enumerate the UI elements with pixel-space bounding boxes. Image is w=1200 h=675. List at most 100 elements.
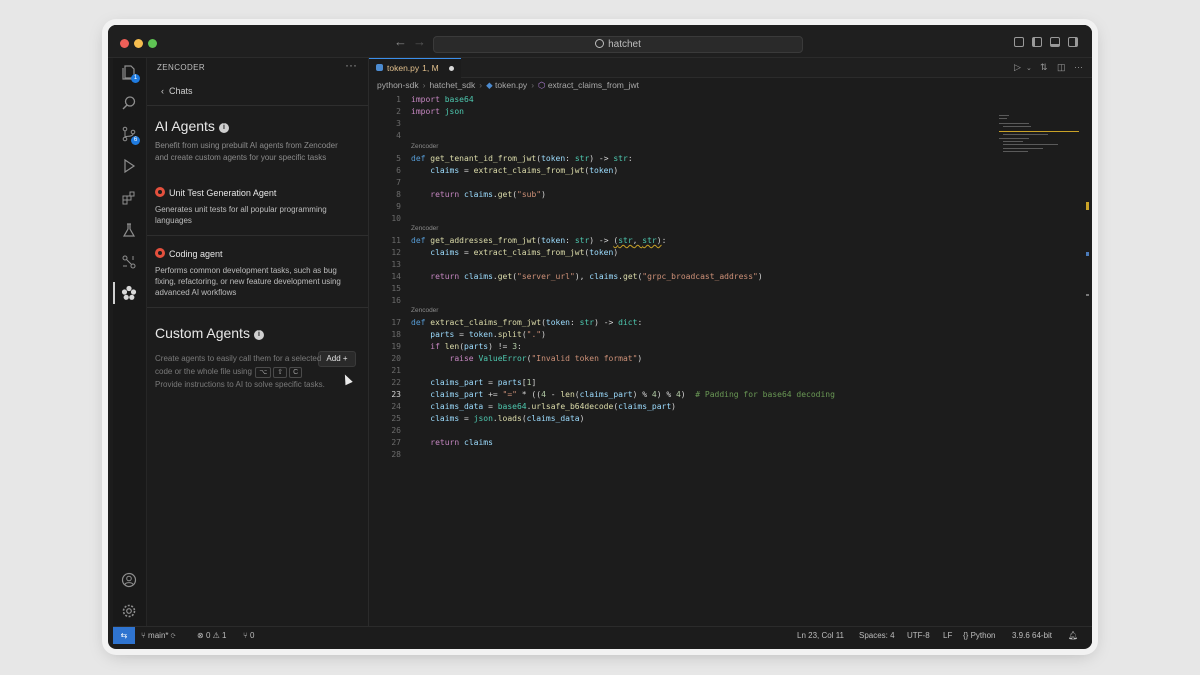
layout-customize-icon[interactable] bbox=[1014, 37, 1024, 47]
c-key: C bbox=[289, 367, 303, 378]
minimize-window-button[interactable] bbox=[134, 39, 143, 48]
settings-icon[interactable] bbox=[121, 603, 137, 619]
maximize-window-button[interactable] bbox=[148, 39, 157, 48]
zencoder-panel: ZENCODER ··· ‹ Chats AI Agents i Benefit … bbox=[147, 58, 369, 626]
line-number: 7 bbox=[396, 178, 401, 187]
branch-icon: ⑂ bbox=[141, 631, 146, 640]
chevron-down-icon[interactable]: ⌄ bbox=[1026, 64, 1032, 72]
line-content: return claims.get("server_url"), claims.… bbox=[430, 272, 763, 281]
back-label: Chats bbox=[169, 86, 193, 96]
custom-agents-line-1: Create agents to easily call them for a … bbox=[155, 354, 322, 363]
extensions-icon[interactable] bbox=[121, 190, 137, 206]
info-icon[interactable]: i bbox=[218, 123, 229, 133]
branch-indicator[interactable]: ⑂ main* ⟳ bbox=[141, 631, 176, 640]
more-actions-icon[interactable]: ··· bbox=[345, 58, 357, 72]
vscode-window: ← → hatchet 1 6 ZENCODER ··· ‹ Chats AI … bbox=[108, 25, 1092, 649]
encoding[interactable]: UTF-8 bbox=[907, 631, 930, 640]
toggle-secondary-sidebar-icon[interactable] bbox=[1068, 37, 1078, 47]
breadcrumb-item[interactable]: extract_claims_from_jwt bbox=[548, 80, 639, 90]
tab-bar: token.py 1, M ▷ ⌄ ⇅ ◫ ··· bbox=[369, 58, 1092, 78]
zencoder-code-lens[interactable]: Zencoder bbox=[411, 143, 438, 150]
python-interpreter[interactable]: 3.9.6 64-bit bbox=[1012, 631, 1052, 640]
agent-item-coding[interactable]: Coding agent bbox=[155, 248, 223, 259]
command-center-search[interactable]: hatchet bbox=[433, 36, 803, 53]
agent-name: Coding agent bbox=[169, 249, 223, 259]
language-mode[interactable]: {} Python bbox=[963, 631, 995, 640]
language-label: Python bbox=[970, 631, 996, 640]
python-file-icon: ◆ bbox=[486, 80, 493, 90]
custom-agents-heading: Custom Agents i bbox=[155, 325, 264, 341]
minimap[interactable] bbox=[999, 115, 1079, 155]
back-to-chats-link[interactable]: ‹ Chats bbox=[161, 86, 193, 96]
forward-arrow-icon[interactable]: → bbox=[413, 34, 426, 49]
back-arrow-icon[interactable]: ← bbox=[394, 34, 407, 49]
more-actions-icon[interactable]: ··· bbox=[1074, 62, 1083, 72]
end-of-line[interactable]: LF bbox=[943, 631, 952, 640]
source-control-badge: 6 bbox=[131, 136, 140, 145]
line-number: 24 bbox=[391, 402, 401, 411]
problems-indicator[interactable]: ⊗ 0 ⚠ 1 bbox=[197, 631, 226, 640]
line-number: 14 bbox=[391, 272, 401, 281]
zencoder-agent-icon bbox=[155, 248, 165, 258]
divider bbox=[147, 105, 368, 106]
divider bbox=[147, 307, 368, 308]
line-number: 19 bbox=[391, 342, 401, 351]
status-bar: ⇆ ⑂ main* ⟳ ⊗ 0 ⚠ 1 ⑂ 0 Ln 23, Col 11 Sp… bbox=[113, 626, 1092, 644]
breadcrumb-item[interactable]: token.py bbox=[495, 80, 527, 90]
explorer-badge: 1 bbox=[131, 74, 140, 83]
ports-indicator[interactable]: ⑂ 0 bbox=[243, 631, 255, 640]
zencoder-icon[interactable] bbox=[121, 285, 137, 301]
line-number: 20 bbox=[391, 354, 401, 363]
braces-icon: {} bbox=[963, 631, 969, 640]
account-icon[interactable] bbox=[121, 572, 137, 588]
agent-description: Performs common development tasks, such … bbox=[155, 266, 341, 297]
toggle-panel-icon[interactable] bbox=[1050, 37, 1060, 47]
notifications-bell-icon[interactable]: 🔔︎ bbox=[1068, 631, 1078, 640]
graph-icon[interactable] bbox=[121, 254, 137, 270]
warning-scroll-marker bbox=[1086, 202, 1089, 210]
search-icon[interactable] bbox=[121, 95, 137, 111]
close-window-button[interactable] bbox=[120, 39, 129, 48]
line-number: 28 bbox=[391, 450, 401, 459]
unsaved-dot-icon[interactable] bbox=[449, 66, 454, 71]
indentation[interactable]: Spaces: 4 bbox=[859, 631, 895, 640]
line-number: 15 bbox=[391, 284, 401, 293]
tab-label: token.py 1, M bbox=[387, 63, 439, 73]
active-indicator bbox=[113, 282, 115, 304]
compare-changes-icon[interactable]: ⇅ bbox=[1040, 62, 1048, 73]
sync-icon[interactable]: ⟳ bbox=[171, 631, 176, 640]
line-content: claims_part = parts[1] bbox=[430, 378, 537, 387]
branch-name: main* bbox=[148, 631, 169, 640]
line-number: 2 bbox=[396, 107, 401, 116]
zencoder-code-lens[interactable]: Zencoder bbox=[411, 307, 438, 314]
custom-agents-line-3: Provide instructions to AI to solve spec… bbox=[155, 380, 325, 389]
info-icon[interactable]: i bbox=[253, 330, 264, 340]
run-debug-icon[interactable] bbox=[121, 158, 137, 174]
remote-indicator-icon[interactable]: ⇆ bbox=[113, 627, 135, 644]
breadcrumb-item[interactable]: python-sdk bbox=[377, 80, 419, 90]
agent-name: Unit Test Generation Agent bbox=[169, 188, 277, 198]
agent-item-unit-test[interactable]: Unit Test Generation Agent bbox=[155, 187, 276, 198]
shift-key: ⇧ bbox=[273, 367, 288, 378]
line-number: 10 bbox=[391, 214, 401, 223]
line-content: claims_data = base64.urlsafe_b64decode(c… bbox=[430, 402, 676, 411]
line-number: 6 bbox=[396, 166, 401, 175]
line-content: if len(parts) != 3: bbox=[430, 342, 522, 351]
testing-icon[interactable] bbox=[121, 222, 137, 238]
cursor-position[interactable]: Ln 23, Col 11 bbox=[797, 631, 844, 640]
line-number: 22 bbox=[391, 378, 401, 387]
line-content: def extract_claims_from_jwt(token: str) … bbox=[411, 318, 643, 327]
run-icon[interactable]: ▷ bbox=[1014, 62, 1021, 73]
zencoder-code-lens[interactable]: Zencoder bbox=[411, 225, 438, 232]
tab-status: 1, M bbox=[422, 63, 439, 73]
toggle-sidebar-icon[interactable] bbox=[1032, 37, 1042, 47]
warning-count: 1 bbox=[222, 631, 227, 640]
line-number: 17 bbox=[391, 318, 401, 327]
tab-token-py[interactable]: token.py 1, M bbox=[369, 58, 461, 78]
line-number: 18 bbox=[391, 330, 401, 339]
split-editor-icon[interactable]: ◫ bbox=[1057, 62, 1066, 73]
line-content: parts = token.split(".") bbox=[430, 330, 546, 339]
line-content: import json bbox=[411, 107, 464, 116]
line-number: 16 bbox=[391, 296, 401, 305]
breadcrumb-item[interactable]: hatchet_sdk bbox=[429, 80, 475, 90]
